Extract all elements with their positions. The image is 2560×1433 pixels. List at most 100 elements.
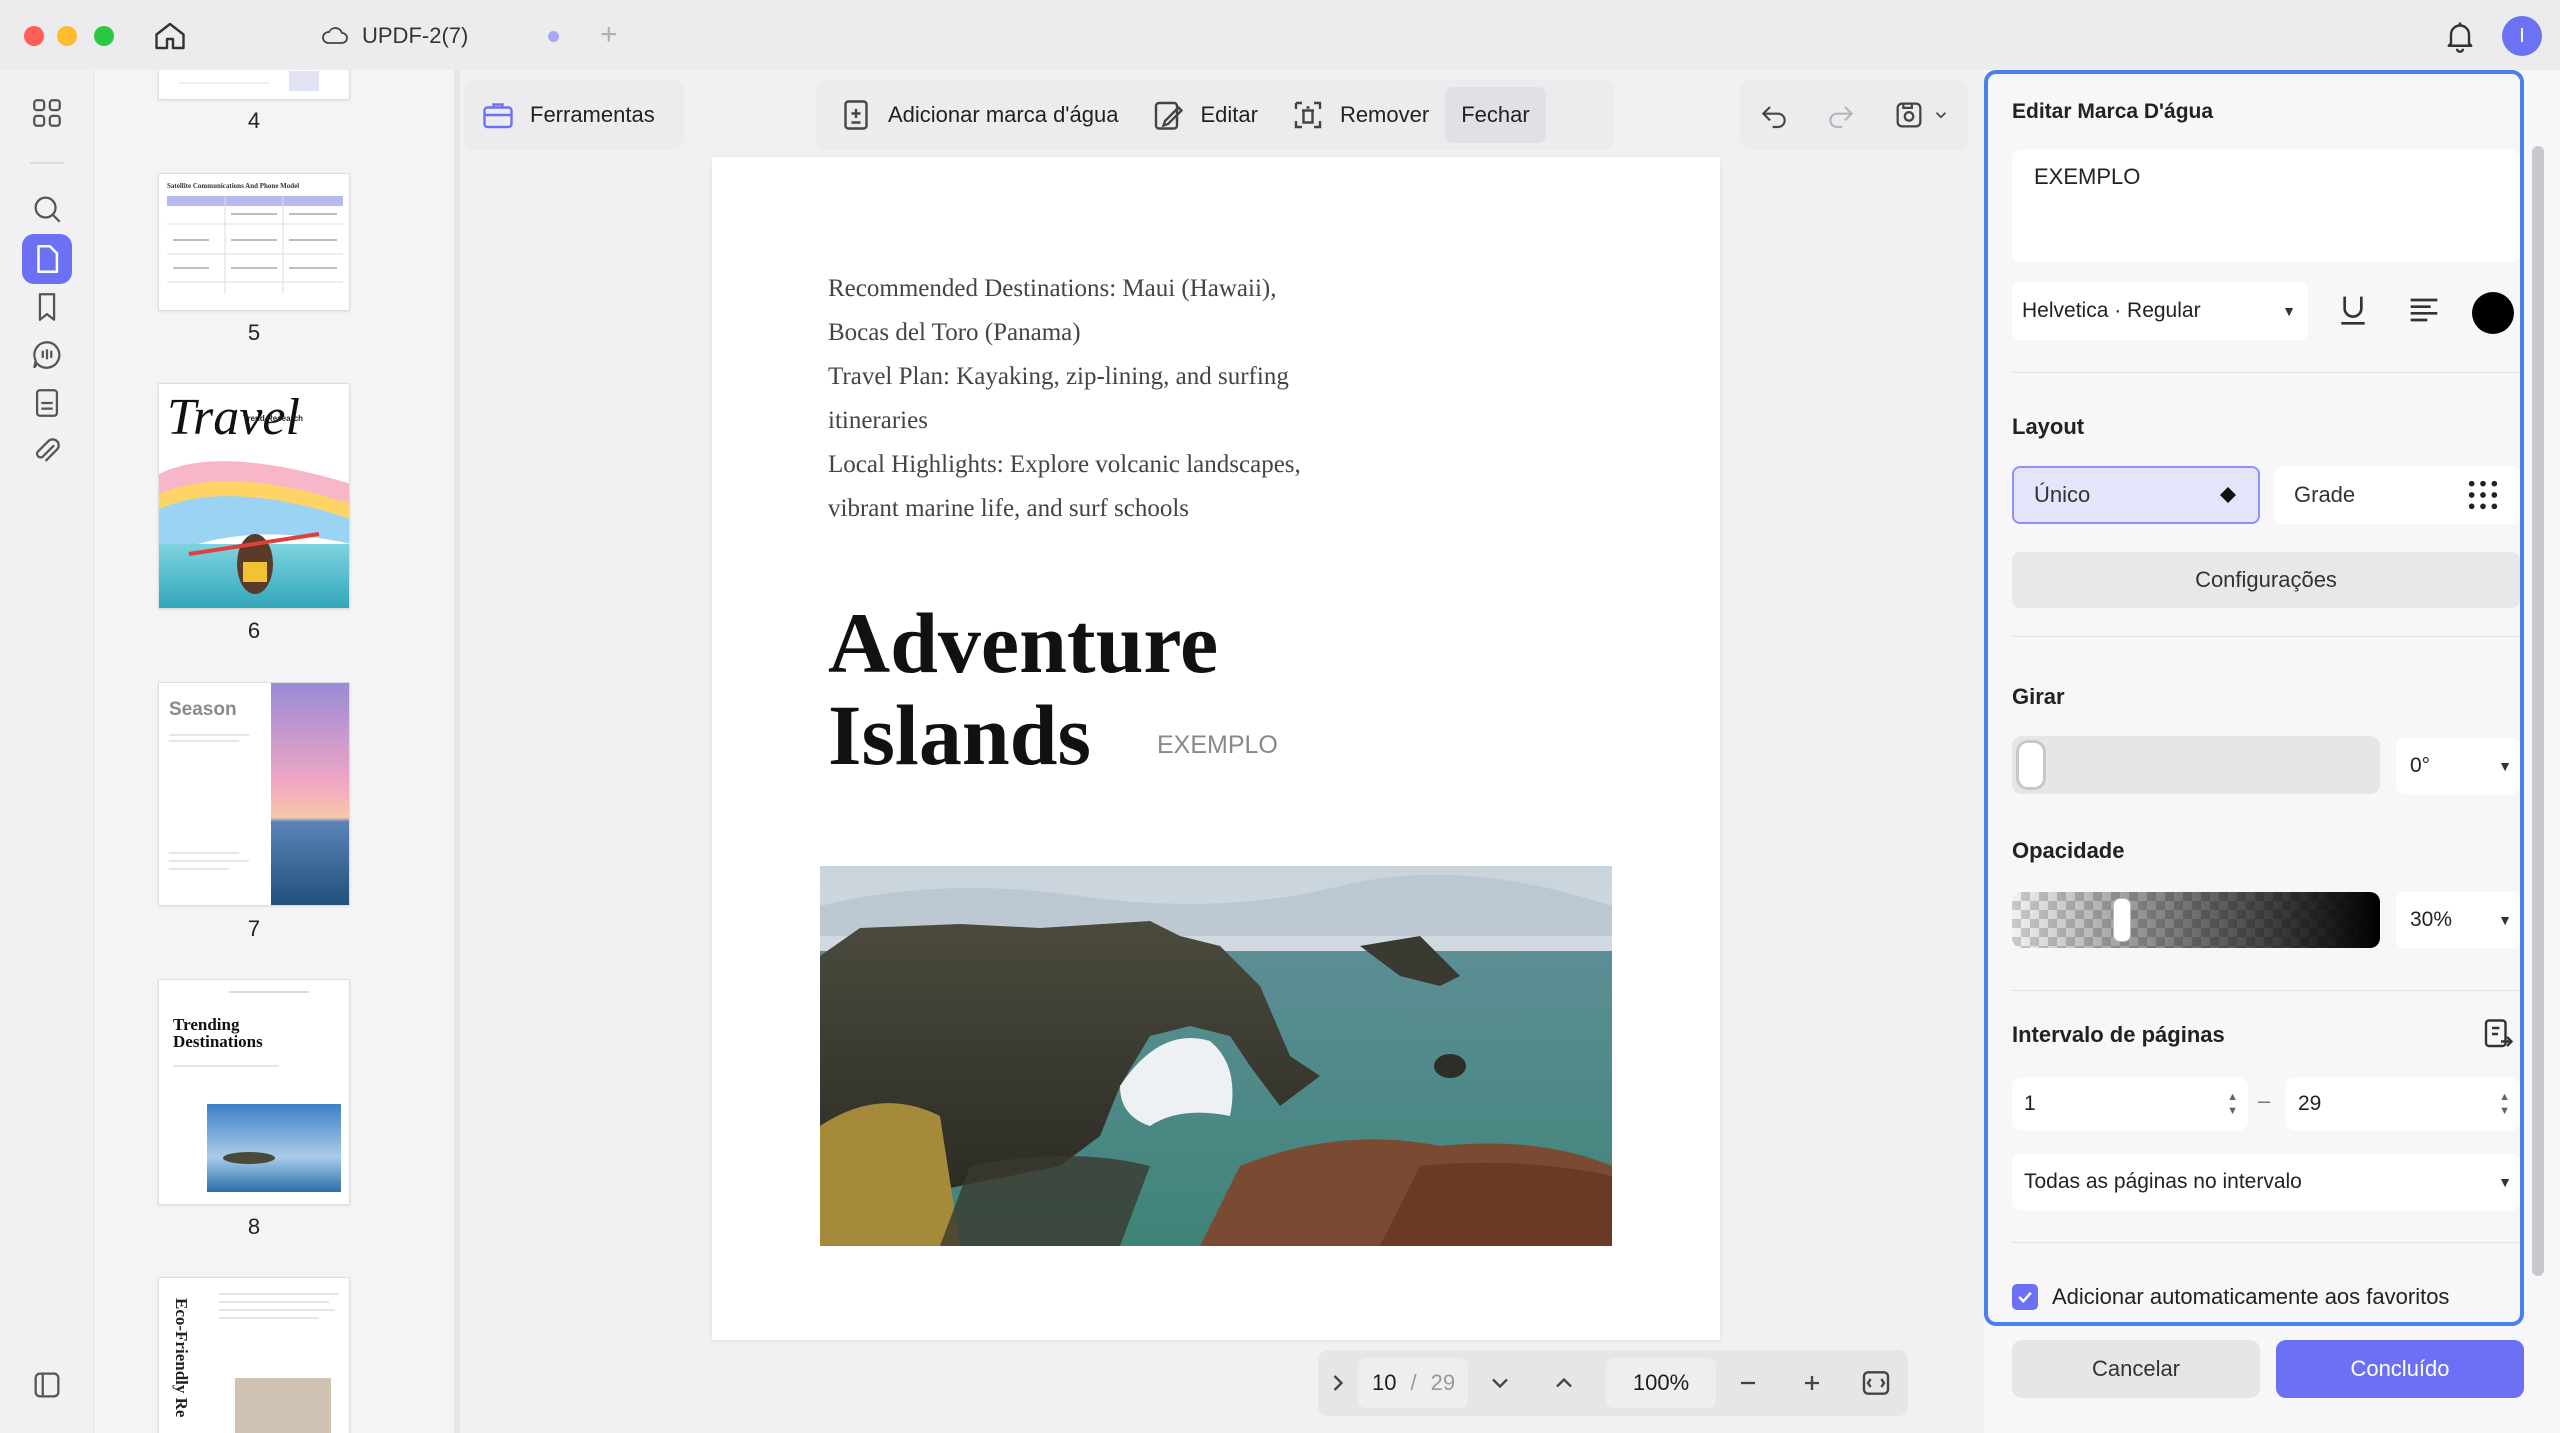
watermark-toolbar: Adicionar marca d'água Editar Remover Fe… — [816, 80, 1614, 150]
remove-button[interactable]: Remover — [1274, 87, 1445, 143]
stepper-icon[interactable]: ▲ ▼ — [2227, 1090, 2238, 1118]
body-line: vibrant marine life, and surf schools — [828, 495, 1190, 522]
rotate-value: 0° — [2410, 754, 2431, 777]
window-close-button[interactable] — [24, 26, 44, 46]
panel-divider[interactable] — [454, 70, 460, 1433]
thumbnail-table — [167, 196, 343, 294]
page-number-field[interactable]: 10 / 29 — [1358, 1358, 1468, 1408]
new-tab-button[interactable]: + — [600, 18, 618, 52]
opacity-select[interactable]: 30% ▼ — [2396, 892, 2520, 948]
comments-button[interactable] — [22, 330, 72, 380]
layout-single-option[interactable]: Único — [2012, 466, 2260, 524]
page-range-icon[interactable] — [2480, 1016, 2516, 1052]
rotate-slider[interactable] — [2012, 736, 2380, 794]
watermark-preview[interactable]: EXEMPLO — [1157, 731, 1278, 760]
close-watermark-button[interactable]: Fechar — [1445, 87, 1546, 143]
undo-icon[interactable] — [1758, 99, 1790, 131]
align-icon[interactable] — [2404, 290, 2444, 330]
window-zoom-button[interactable] — [94, 26, 114, 46]
bell-icon[interactable] — [2442, 18, 2478, 54]
organize-pages-button[interactable] — [22, 88, 72, 138]
text-color-swatch[interactable] — [2472, 292, 2514, 334]
body-line: Local Highlights: Explore volcanic lands… — [828, 451, 1301, 478]
toggle-pager-button[interactable] — [1318, 1358, 1358, 1408]
sidebar-toggle-button[interactable] — [22, 1360, 72, 1410]
redo-icon[interactable] — [1825, 99, 1857, 131]
thumbnail-number: 7 — [247, 916, 261, 941]
settings-button[interactable]: Configurações — [2012, 552, 2520, 608]
home-icon[interactable] — [152, 18, 188, 54]
thumbnail-page-6[interactable]: Travel Trend Research — [158, 383, 350, 609]
page-range-select[interactable]: Todas as páginas no intervalo ▼ — [2012, 1154, 2520, 1210]
cloud-icon — [322, 27, 348, 44]
underline-icon[interactable] — [2333, 290, 2373, 330]
attachment-button[interactable] — [22, 426, 72, 476]
thumbnail-panel: 4 Satellite Communications And Phone Mod… — [94, 70, 454, 1433]
section-divider — [2012, 990, 2520, 991]
auto-favorite-label[interactable]: Adicionar automaticamente aos favoritos — [2052, 1284, 2449, 1310]
previous-page-button[interactable] — [1532, 1358, 1596, 1408]
font-select[interactable]: Helvetica · Regular ▼ — [2012, 282, 2308, 340]
thumbnail-page-9[interactable]: Eco-Friendly Re — [158, 1277, 350, 1433]
layout-label: Layout — [2012, 414, 2085, 439]
caret-down-icon: ▼ — [2498, 912, 2512, 928]
add-watermark-button[interactable]: Adicionar marca d'água — [822, 87, 1134, 143]
search-button[interactable] — [22, 184, 72, 234]
toolbox-icon — [483, 103, 513, 129]
rail-divider — [30, 162, 64, 164]
zoom-in-button[interactable] — [1780, 1358, 1844, 1408]
save-menu-button[interactable] — [1892, 98, 1950, 132]
zoom-field[interactable]: 100% — [1606, 1358, 1716, 1408]
fit-page-button[interactable] — [1844, 1358, 1908, 1408]
unsaved-indicator — [548, 31, 559, 42]
edit-button[interactable]: Editar — [1134, 87, 1273, 143]
comment-icon — [33, 341, 61, 369]
thumbnail-number: 4 — [247, 108, 261, 133]
panel-scrollbar[interactable] — [2532, 146, 2544, 1276]
rotate-slider-handle[interactable] — [2016, 740, 2046, 790]
auto-favorite-checkbox[interactable] — [2012, 1284, 2038, 1310]
landscape-photo — [820, 866, 1612, 1246]
opacity-slider-handle[interactable] — [2113, 898, 2132, 942]
attachments-list-button[interactable] — [22, 378, 72, 428]
avatar[interactable]: I — [2502, 16, 2542, 56]
caret-down-icon: ▼ — [2282, 303, 2296, 319]
thumbnail-page-5[interactable]: Satellite Communications And Phone Model — [158, 173, 350, 311]
plus-icon — [1805, 1376, 1819, 1390]
opacity-slider[interactable] — [2012, 892, 2380, 948]
thumbnail-destinations — [159, 980, 349, 1204]
document-tab[interactable]: UPDF-2(7) — [320, 14, 468, 58]
total-pages: 29 — [1430, 1370, 1456, 1395]
sea-arch-image — [820, 866, 1612, 1246]
caret-down-icon: ▼ — [2498, 758, 2512, 774]
range-from-input[interactable]: 1 ▲ ▼ — [2012, 1078, 2248, 1130]
thumbnail-page-8[interactable]: Trending Destinations — [158, 979, 350, 1205]
layout-grid-option[interactable]: Grade — [2274, 466, 2520, 524]
next-page-button[interactable] — [1468, 1358, 1532, 1408]
thumbnail-page-7[interactable]: Season — [158, 682, 350, 906]
thumbnail-title: Season — [169, 699, 237, 720]
rotate-select[interactable]: 0° ▼ — [2396, 738, 2520, 794]
range-to-input[interactable]: 29 ▲ ▼ — [2286, 1078, 2520, 1130]
watermark-text-input[interactable]: EXEMPLO — [2012, 150, 2520, 262]
thumbnail-number: 8 — [247, 1214, 261, 1239]
edit-label: Editar — [1200, 102, 1258, 127]
cancel-button[interactable]: Cancelar — [2012, 1340, 2260, 1398]
section-divider — [2012, 636, 2520, 637]
sidebar-icon — [34, 1372, 60, 1398]
pdf-page[interactable]: Recommended Destinations: Maui (Hawaii),… — [712, 157, 1720, 1340]
window-minimize-button[interactable] — [57, 26, 77, 46]
bookmarks-button[interactable] — [22, 282, 72, 332]
tools-button[interactable]: Ferramentas — [464, 87, 671, 143]
rotate-label: Girar — [2012, 684, 2065, 709]
close-label: Fechar — [1461, 102, 1530, 127]
fit-screen-icon — [1862, 1371, 1890, 1395]
zoom-out-button[interactable] — [1716, 1358, 1780, 1408]
done-button[interactable]: Concluído — [2276, 1340, 2524, 1398]
stepper-icon[interactable]: ▲ ▼ — [2499, 1090, 2510, 1118]
heading-line-1: Adventure — [828, 595, 1219, 691]
thumbnails-button[interactable] — [22, 234, 72, 284]
thumbnail-page-4[interactable] — [158, 70, 350, 100]
thumbnail-title: Satellite Communications And Phone Model — [167, 182, 300, 190]
page-icon — [37, 244, 59, 274]
